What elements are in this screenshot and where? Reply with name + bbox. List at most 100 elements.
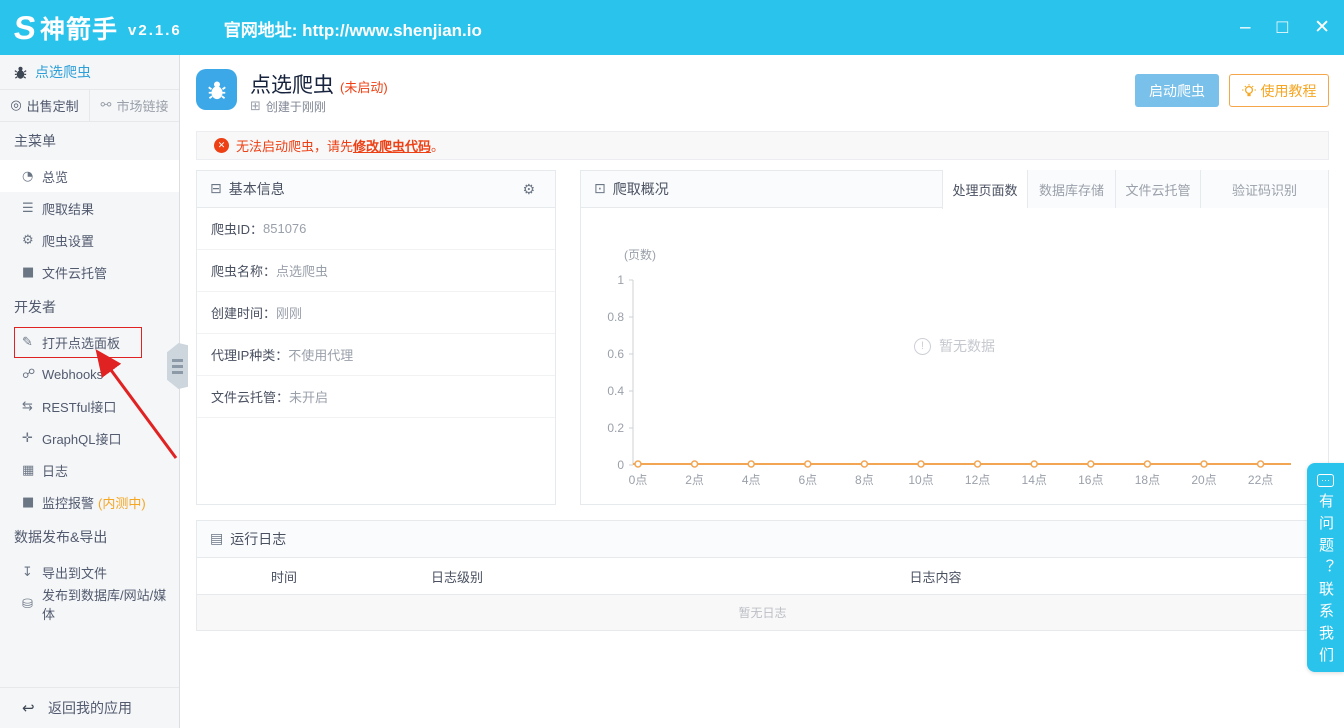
app-logo-icon: S [12, 11, 37, 44]
info-row-proxy-type: 代理IP种类：不使用代理 [197, 334, 555, 376]
sidebar-item-webhooks[interactable]: ☍ Webhooks [0, 358, 179, 390]
sidebar-crawler-name: 点选爬虫 [0, 55, 179, 90]
row-label: 代理IP种类： [211, 345, 288, 364]
folder-icon: ■ [22, 265, 42, 280]
svg-text:18点: 18点 [1135, 473, 1160, 487]
sidebar: 点选爬虫 ◎ 出售定制 ⚯ 市场链接 主菜单 ◔ 总览 ☰ 爬取结果 ⚙ 爬虫设… [0, 55, 180, 728]
monitor-alarm-icon: ■ [22, 495, 42, 510]
svg-text:0.4: 0.4 [607, 384, 624, 398]
basic-info-title: 基本信息 [229, 179, 285, 199]
market-link-label: 市场链接 [116, 96, 168, 115]
overview-tabs: 处理页面数 数据库存储 文件云托管 验证码识别 [942, 170, 1329, 208]
alert-text: 无法启动爬虫，请先 [236, 136, 353, 155]
item-label: 日志 [42, 461, 68, 480]
crawler-name-label[interactable]: 点选爬虫 [35, 62, 91, 82]
chart-area: 00.20.40.60.81(页数)0点2点4点6点8点10点12点14点16点… [581, 208, 1328, 504]
svg-text:6点: 6点 [798, 473, 817, 487]
item-label: GraphQL接口 [42, 429, 121, 448]
col-time: 时间 [197, 567, 371, 586]
chat-bubble-icon: ··· [1317, 474, 1334, 487]
item-label: 打开点选面板 [42, 333, 120, 352]
svg-text:12点: 12点 [965, 473, 990, 487]
row-label: 文件云托管： [211, 387, 289, 406]
terminal-icon: ▤ [210, 531, 223, 547]
monitor-icon: ⊡ [594, 181, 606, 197]
market-link-button[interactable]: ⚯ 市场链接 [89, 90, 179, 121]
sidebar-item-export-to-file[interactable]: ↧ 导出到文件 [0, 556, 179, 588]
close-icon[interactable]: ✕ [1314, 18, 1330, 37]
gear-icon: ⚙ [22, 233, 42, 248]
svg-text:0.2: 0.2 [607, 421, 624, 435]
settings-gear-icon[interactable]: ⚙ [522, 171, 535, 208]
app-version: v2.1.6 [128, 22, 182, 39]
svg-text:2点: 2点 [685, 473, 704, 487]
row-value: 851076 [263, 221, 306, 236]
info-row-file-hosting: 文件云托管：未开启 [197, 376, 555, 418]
sidebar-item-logs[interactable]: ▦ 日志 [0, 454, 179, 486]
sidebar-item-publish-to-db[interactable]: ⛁ 发布到数据库/网站/媒体 [0, 588, 179, 620]
sidebar-item-open-click-panel[interactable]: ✎ 打开点选面板 [0, 326, 179, 358]
link-icon: ⚯ [101, 98, 112, 113]
svg-text:16点: 16点 [1078, 473, 1103, 487]
tab-captcha-recognition[interactable]: 验证码识别 [1200, 170, 1329, 208]
fix-code-link[interactable]: 修改爬虫代码 [353, 136, 431, 155]
sidebar-item-restful-api[interactable]: ⇆ RESTful接口 [0, 390, 179, 422]
crawl-overview-panel: ⊡ 爬取概况 处理页面数 数据库存储 文件云托管 验证码识别 0 0.2 0.4 0.… [580, 170, 1329, 505]
folder-plus-icon: ⊞ [250, 99, 261, 114]
start-crawler-button[interactable]: 启动爬虫 [1135, 74, 1219, 107]
download-icon: ↧ [22, 565, 42, 580]
sidebar-item-overview[interactable]: ◔ 总览 [0, 160, 179, 192]
sidebar-item-monitor-alarm[interactable]: ■ 监控报警 (内测中) [0, 486, 179, 518]
row-value: 点选爬虫 [276, 261, 328, 280]
crawl-overview-title: 爬取概况 [613, 179, 669, 199]
tab-processed-pages[interactable]: 处理页面数 [942, 170, 1027, 209]
contact-us-button[interactable]: ··· 有问题？联系我们 [1307, 463, 1344, 672]
database-icon: ⛁ [22, 597, 42, 612]
svg-text:(页数): (页数) [624, 247, 656, 262]
item-label: 文件云托管 [42, 263, 107, 282]
back-label: 返回我的应用 [48, 698, 132, 718]
sidebar-item-graphql-api[interactable]: ✛ GraphQL接口 [0, 422, 179, 454]
sidebar-item-crawler-settings[interactable]: ⚙ 爬虫设置 [0, 224, 179, 256]
bug-icon [206, 79, 228, 101]
basic-info-header: ⊟ 基本信息 ⚙ [197, 171, 555, 208]
sidebar-collapse-handle[interactable] [167, 343, 188, 389]
bug-icon [13, 65, 28, 80]
minimize-icon[interactable]: – [1240, 18, 1251, 37]
svg-text:0: 0 [617, 458, 624, 472]
maximize-icon[interactable]: □ [1277, 18, 1288, 37]
item-label: 爬取结果 [42, 199, 94, 218]
col-content: 日志内容 [543, 567, 1328, 586]
sidebar-item-file-cloud-hosting[interactable]: ■ 文件云托管 [0, 256, 179, 288]
tab-database-storage[interactable]: 数据库存储 [1027, 170, 1115, 208]
item-label: Webhooks [42, 367, 103, 382]
sell-custom-button[interactable]: ◎ 出售定制 [0, 90, 89, 121]
info-circle-icon: ! [914, 338, 931, 355]
row-value: 刚刚 [276, 303, 302, 322]
status-badge: (未启动) [340, 80, 388, 95]
back-to-my-apps-button[interactable]: ↩ 返回我的应用 [0, 687, 179, 728]
svg-text:0.8: 0.8 [607, 310, 624, 324]
tab-file-cloud-hosting[interactable]: 文件云托管 [1115, 170, 1200, 208]
titlebar: S 神箭手 v2.1.6 官网地址: http://www.shenjian.i… [0, 0, 1344, 55]
page-title: 点选爬虫 (未启动) [250, 69, 388, 99]
alert-text-suffix: 。 [431, 136, 444, 155]
app-name: 神箭手 [40, 10, 118, 46]
svg-text:0点: 0点 [629, 473, 648, 487]
crawler-app-icon [196, 69, 237, 110]
crawler-title: 点选爬虫 [250, 74, 334, 97]
row-label: 创建时间： [211, 303, 276, 322]
sidebar-item-crawl-results[interactable]: ☰ 爬取结果 [0, 192, 179, 224]
svg-text:10点: 10点 [908, 473, 933, 487]
dashboard-icon: ◔ [22, 169, 42, 184]
svg-text:4点: 4点 [742, 473, 761, 487]
compose-icon: ✎ [22, 335, 42, 350]
list-icon: ☰ [22, 201, 42, 216]
run-log-header: ▤ 运行日志 [197, 521, 1328, 558]
section-data-publish-export: 数据发布&导出 [0, 518, 179, 556]
svg-text:14点: 14点 [1022, 473, 1047, 487]
rest-api-icon: ⇆ [22, 399, 42, 414]
log-empty-row: 暂无日志 [197, 595, 1328, 630]
tutorial-button[interactable]: 使用教程 [1229, 74, 1329, 107]
svg-text:20点: 20点 [1191, 473, 1216, 487]
